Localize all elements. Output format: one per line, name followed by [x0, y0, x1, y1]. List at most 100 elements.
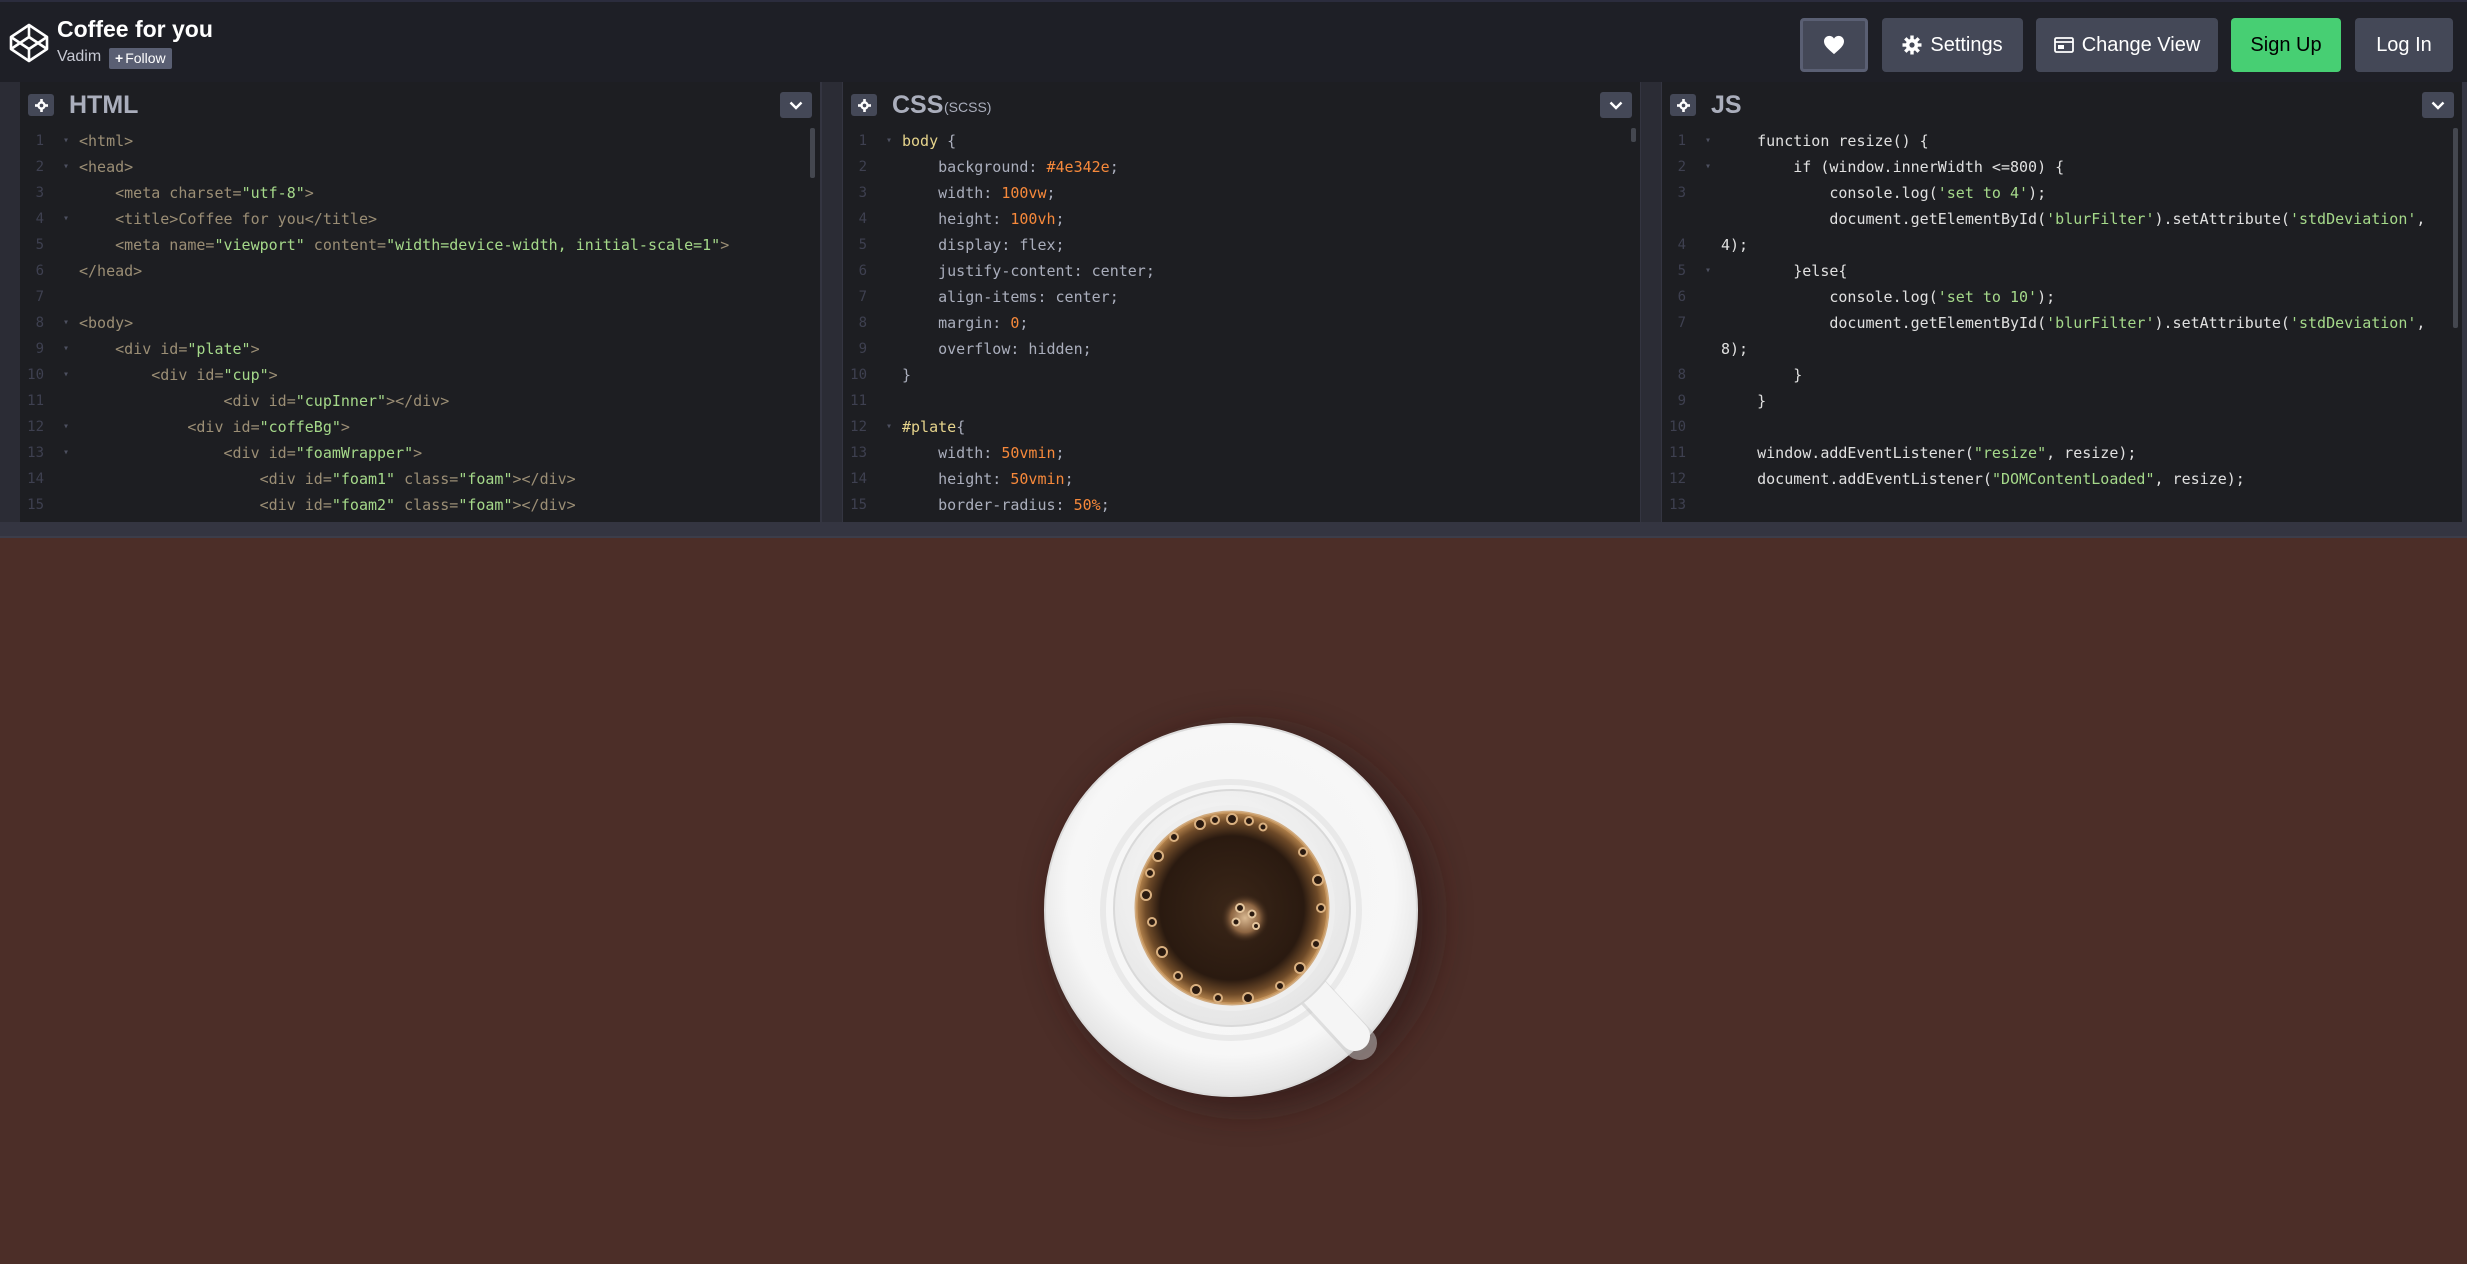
- code-line[interactable]: 8 ▾ <body>: [20, 310, 820, 336]
- code-text: 8);: [1721, 340, 1749, 358]
- code-line[interactable]: 1 ▾ <html>: [20, 128, 820, 154]
- code-line[interactable]: 9 overflow: hidden;: [843, 336, 1640, 362]
- code-line[interactable]: 7 align-items: center;: [843, 284, 1640, 310]
- html-collapse-button[interactable]: [780, 92, 812, 118]
- css-collapse-button[interactable]: [1600, 92, 1632, 118]
- code-line[interactable]: 3 console.log('set to 4');: [1662, 180, 2462, 206]
- resize-handle-css-js[interactable]: [1641, 82, 1661, 522]
- code-line[interactable]: 13: [1662, 492, 2462, 518]
- code-line[interactable]: 8 margin: 0;: [843, 310, 1640, 336]
- code-line[interactable]: 1 ▾ body {: [843, 128, 1640, 154]
- change-view-label: Change View: [2081, 33, 2201, 56]
- code-line[interactable]: 11: [843, 388, 1640, 414]
- fold-toggle-icon[interactable]: ▾: [63, 128, 69, 154]
- css-settings-button[interactable]: [851, 94, 877, 116]
- code-line[interactable]: document.getElementById('blurFilter').se…: [1662, 206, 2462, 232]
- resize-handle-left[interactable]: [0, 82, 20, 522]
- html-settings-button[interactable]: [28, 94, 54, 116]
- code-text: document.getElementById('blurFilter').se…: [1721, 314, 2426, 332]
- code-text: overflow: hidden;: [902, 340, 1092, 358]
- code-line[interactable]: 12 ▾ #plate{: [843, 414, 1640, 440]
- code-line[interactable]: 15 border-radius: 50%;: [843, 492, 1640, 518]
- code-text: console.log('set to 4');: [1721, 184, 2047, 202]
- code-line[interactable]: 1 ▾ function resize() {: [1662, 128, 2462, 154]
- fold-toggle-icon[interactable]: ▾: [886, 414, 892, 440]
- code-line[interactable]: 13 ▾ <div id="foamWrapper">: [20, 440, 820, 466]
- love-button[interactable]: [1800, 18, 1868, 72]
- log-in-button[interactable]: Log In: [2355, 18, 2453, 72]
- css-scrollbar[interactable]: [1631, 128, 1636, 142]
- code-line[interactable]: 4 height: 100vh;: [843, 206, 1640, 232]
- change-view-button[interactable]: Change View: [2036, 18, 2218, 72]
- layout-icon: [2053, 37, 2074, 53]
- code-line[interactable]: 8 }: [1662, 362, 2462, 388]
- js-scrollbar[interactable]: [2453, 128, 2458, 328]
- plus-icon: +: [115, 50, 124, 66]
- code-line[interactable]: 5 <meta name="viewport" content="width=d…: [20, 232, 820, 258]
- fold-toggle-icon[interactable]: ▾: [63, 414, 69, 440]
- code-line[interactable]: 14 <div id="foam1" class="foam"></div>: [20, 466, 820, 492]
- code-line[interactable]: 12 ▾ <div id="coffeBg">: [20, 414, 820, 440]
- code-line[interactable]: 13 width: 50vmin;: [843, 440, 1640, 466]
- fold-toggle-icon[interactable]: ▾: [63, 336, 69, 362]
- code-line[interactable]: 10: [1662, 414, 2462, 440]
- fold-toggle-icon[interactable]: ▾: [63, 206, 69, 232]
- code-line[interactable]: 6 console.log('set to 10');: [1662, 284, 2462, 310]
- code-line[interactable]: 10}: [843, 362, 1640, 388]
- code-line[interactable]: 6 justify-content: center;: [843, 258, 1640, 284]
- code-text: <div id="cup">: [79, 366, 278, 384]
- js-code-area[interactable]: 1 ▾ function resize() {2 ▾ if (window.inne…: [1662, 128, 2462, 522]
- fold-toggle-icon[interactable]: ▾: [1705, 128, 1711, 154]
- code-line[interactable]: 9 }: [1662, 388, 2462, 414]
- css-code-area[interactable]: 1 ▾ body {2 background: #4e342e; 3 width: 1…: [843, 128, 1640, 522]
- line-number: 3: [1677, 185, 1686, 201]
- code-line[interactable]: 3 <meta charset="utf-8">: [20, 180, 820, 206]
- resize-handle-html-css[interactable]: [822, 82, 842, 522]
- follow-button[interactable]: + Follow: [109, 48, 172, 69]
- code-line[interactable]: 11 window.addEventListener("resize", res…: [1662, 440, 2462, 466]
- js-editor: JS 1 ▾ function resize() {2 ▾ if (window.i…: [1662, 82, 2462, 522]
- code-line[interactable]: 3 width: 100vw;: [843, 180, 1640, 206]
- fold-toggle-icon[interactable]: ▾: [63, 154, 69, 180]
- code-line[interactable]: 11 <div id="cupInner"></div>: [20, 388, 820, 414]
- html-code-area[interactable]: 1 ▾ <html> 2 ▾ <head> 3 <meta charset="utf-8">…: [20, 128, 820, 522]
- fold-toggle-icon[interactable]: ▾: [1705, 154, 1711, 180]
- js-collapse-button[interactable]: [2422, 92, 2454, 118]
- js-settings-button[interactable]: [1670, 94, 1696, 116]
- code-line[interactable]: 4 ▾ <title>Coffee for you</title>: [20, 206, 820, 232]
- preview-resize-bar[interactable]: [0, 522, 2467, 538]
- code-line[interactable]: 5 ▾ }else{: [1662, 258, 2462, 284]
- code-line[interactable]: 5 display: flex;: [843, 232, 1640, 258]
- fold-toggle-icon[interactable]: ▾: [63, 440, 69, 466]
- code-text: <div id="plate">: [79, 340, 260, 358]
- code-line[interactable]: 10 ▾ <div id="cup">: [20, 362, 820, 388]
- line-number: 9: [35, 341, 44, 357]
- line-number: 3: [35, 185, 44, 201]
- code-text: width: 100vw;: [902, 184, 1056, 202]
- fold-toggle-icon[interactable]: ▾: [63, 310, 69, 336]
- code-line[interactable]: 7: [20, 284, 820, 310]
- fold-toggle-icon[interactable]: ▾: [63, 362, 69, 388]
- code-line[interactable]: 2 background: #4e342e;: [843, 154, 1640, 180]
- fold-toggle-icon[interactable]: ▾: [886, 128, 892, 154]
- code-line[interactable]: 6 </head>: [20, 258, 820, 284]
- author-name[interactable]: Vadim: [57, 48, 101, 66]
- code-line[interactable]: 7 document.getElementById('blurFilter').…: [1662, 310, 2462, 336]
- code-line[interactable]: 9 ▾ <div id="plate">: [20, 336, 820, 362]
- code-line[interactable]: 8);: [1662, 336, 2462, 362]
- code-line[interactable]: 2 ▾ <head>: [20, 154, 820, 180]
- code-line[interactable]: 14 height: 50vmin;: [843, 466, 1640, 492]
- line-number: 2: [1677, 159, 1686, 175]
- code-line[interactable]: 12 document.addEventListener("DOMContent…: [1662, 466, 2462, 492]
- code-line[interactable]: 2 ▾ if (window.innerWidth <=800) {: [1662, 154, 2462, 180]
- code-line[interactable]: 4 4);: [1662, 232, 2462, 258]
- code-text: #plate{: [902, 418, 966, 436]
- html-scrollbar[interactable]: [810, 128, 815, 178]
- fold-toggle-icon[interactable]: ▾: [1705, 258, 1711, 284]
- line-number: 12: [1669, 471, 1686, 487]
- settings-button[interactable]: Settings: [1882, 18, 2023, 72]
- codepen-logo-icon[interactable]: [8, 22, 50, 64]
- sign-up-button[interactable]: Sign Up: [2231, 18, 2341, 72]
- code-text: <meta name="viewport" content="width=dev…: [79, 236, 730, 254]
- code-line[interactable]: 15 <div id="foam2" class="foam"></div>: [20, 492, 820, 518]
